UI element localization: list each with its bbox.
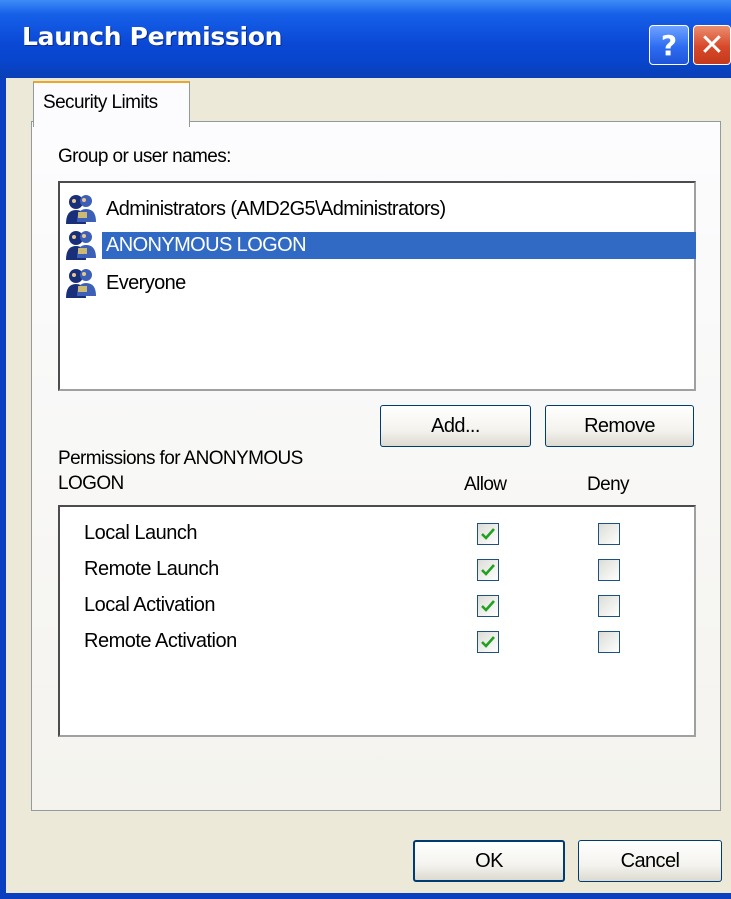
permissions-list: Local Launch Remote Launch Local Activat… — [58, 505, 696, 737]
user-list-item[interactable]: Administrators (AMD2G5\Administrators) — [64, 191, 450, 227]
user-name: ANONYMOUS LOGON — [102, 231, 696, 259]
user-name: Everyone — [106, 271, 186, 294]
allow-checkbox[interactable] — [477, 595, 499, 617]
remove-button[interactable]: Remove — [545, 405, 694, 447]
ok-button[interactable]: OK — [413, 840, 565, 882]
permission-name: Local Activation — [84, 594, 215, 616]
deny-checkbox[interactable] — [598, 523, 620, 545]
permission-name: Local Launch — [84, 522, 197, 544]
users-group-icon — [66, 269, 96, 298]
dialog-window: Launch Permission ? ✕ Security Limits Gr… — [0, 0, 731, 899]
allow-column-header: Allow — [464, 474, 507, 495]
user-list[interactable]: Administrators (AMD2G5\Administrators) A… — [58, 181, 696, 391]
permission-name: Remote Activation — [84, 630, 237, 652]
permissions-label: Permissions for ANONYMOUS LOGON — [58, 448, 303, 494]
users-group-icon — [66, 231, 96, 260]
user-list-item[interactable]: Everyone — [64, 265, 190, 301]
checkmark-icon — [481, 636, 495, 648]
allow-checkbox[interactable] — [477, 523, 499, 545]
deny-checkbox[interactable] — [598, 631, 620, 653]
permission-name: Remote Launch — [84, 558, 219, 580]
allow-checkbox[interactable] — [477, 631, 499, 653]
deny-column-header: Deny — [587, 474, 630, 495]
title-bar[interactable]: Launch Permission ? ✕ — [0, 0, 731, 78]
user-list-item-selected[interactable]: ANONYMOUS LOGON — [64, 227, 696, 263]
checkmark-icon — [481, 528, 495, 540]
user-name: Administrators (AMD2G5\Administrators) — [106, 197, 446, 220]
cancel-button[interactable]: Cancel — [578, 840, 722, 882]
help-button[interactable]: ? — [649, 25, 689, 65]
allow-checkbox[interactable] — [477, 559, 499, 581]
deny-checkbox[interactable] — [598, 595, 620, 617]
window-title: Launch Permission — [22, 22, 283, 51]
deny-checkbox[interactable] — [598, 559, 620, 581]
tab-label: Security Limits — [43, 92, 158, 113]
group-names-label: Group or user names: — [58, 146, 231, 167]
checkmark-icon — [481, 600, 495, 612]
tab-security-limits[interactable]: Security Limits — [33, 81, 190, 127]
checkmark-icon — [481, 564, 495, 576]
close-button[interactable]: ✕ — [693, 25, 731, 65]
add-button[interactable]: Add... — [380, 405, 531, 447]
users-group-icon — [66, 195, 96, 224]
